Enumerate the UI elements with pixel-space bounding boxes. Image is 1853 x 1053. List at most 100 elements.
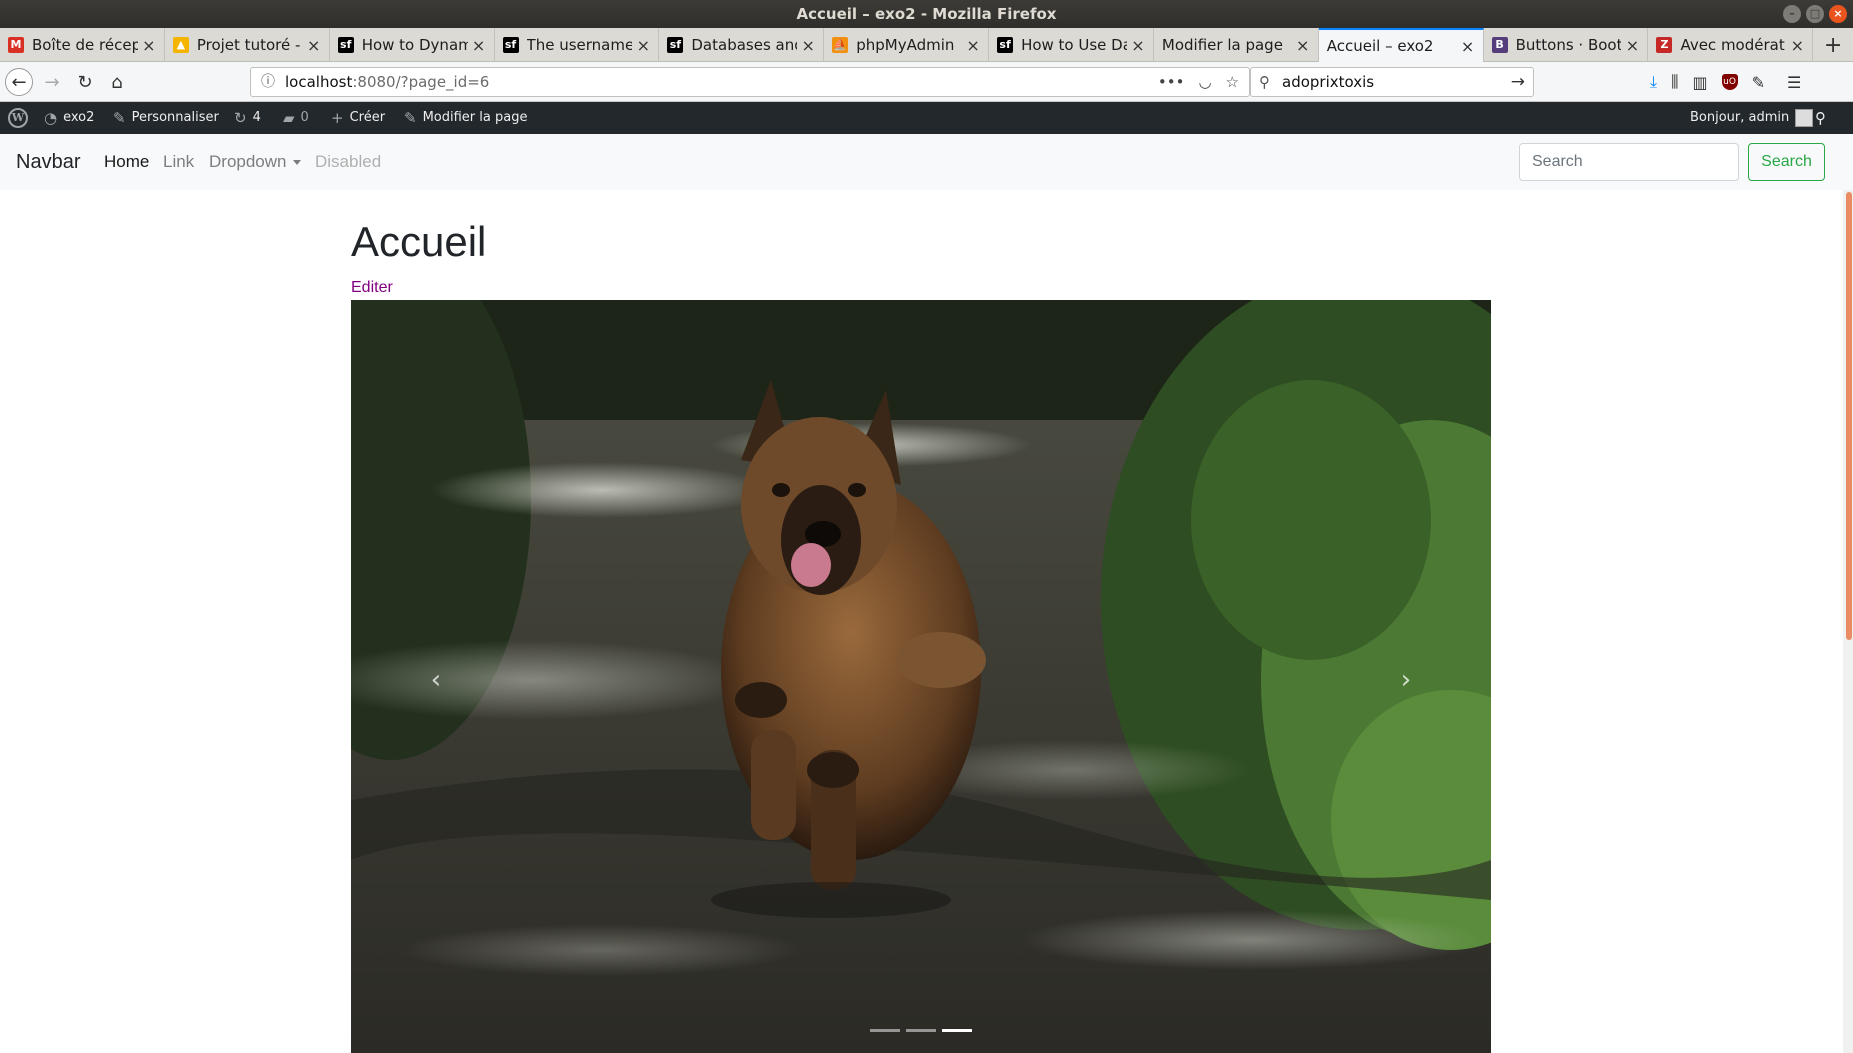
site-info-icon[interactable]: ⓘ — [261, 68, 275, 96]
maximize-icon[interactable]: □ — [1806, 5, 1824, 23]
comments-link[interactable]: ▰ 0 — [283, 102, 309, 134]
close-tab-icon[interactable]: × — [1296, 36, 1310, 55]
url-path: :8080/?page_id=6 — [352, 73, 490, 91]
eyedropper-icon[interactable]: ✎ — [1752, 73, 1765, 92]
edit-page-label: Modifier la page — [422, 110, 528, 125]
avatar — [1795, 109, 1814, 127]
google-drive-icon: ▲ — [172, 37, 189, 53]
back-arrow-icon[interactable]: ← — [5, 68, 33, 96]
image-carousel[interactable]: ‹ › — [351, 300, 1491, 1053]
close-tab-icon[interactable]: × — [472, 36, 486, 55]
symfony-icon: sf — [502, 37, 519, 53]
home-icon[interactable]: ⌂ — [103, 68, 131, 96]
search-bar[interactable]: ⚲ adoprixtoxis → — [1250, 67, 1534, 97]
close-tab-icon[interactable]: × — [1461, 37, 1475, 56]
close-tab-icon[interactable]: × — [1625, 36, 1639, 55]
page-title: Accueil — [351, 218, 487, 265]
browser-tab[interactable]: sf Databases and × — [659, 28, 825, 62]
bootstrap-icon: B — [1491, 37, 1508, 53]
browser-tab[interactable]: sf The username × — [495, 28, 660, 62]
forward-arrow-icon[interactable]: → — [38, 68, 66, 96]
scrollbar-thumb[interactable] — [1846, 192, 1852, 640]
browser-tab[interactable]: Modifier la page × — [1154, 28, 1319, 62]
new-content-menu[interactable]: + Créer — [331, 102, 385, 134]
close-tab-icon[interactable]: × — [801, 36, 815, 55]
nav-link[interactable]: Link — [163, 134, 194, 190]
carousel-indicator[interactable] — [870, 1029, 900, 1032]
updates-count: 4 — [252, 110, 261, 125]
library-icon[interactable]: ⫼ — [1671, 72, 1678, 92]
menu-icon[interactable]: ☰ — [1787, 73, 1801, 92]
phpmyadmin-icon: ⛵ — [832, 37, 849, 53]
adminbar-search[interactable]: ⚲ — [1815, 102, 1826, 134]
greeting-label: Bonjour, admin — [1690, 110, 1790, 125]
close-window-icon[interactable]: × — [1829, 5, 1847, 23]
nav-home[interactable]: Home — [104, 134, 149, 190]
site-name-menu[interactable]: ◔ exo2 — [44, 102, 94, 134]
updates-link[interactable]: ↻ 4 — [234, 102, 261, 134]
new-tab-icon[interactable]: + — [1813, 28, 1853, 62]
ublock-icon[interactable]: uO — [1721, 74, 1738, 90]
tab-label: Accueil – exo2 — [1326, 37, 1434, 55]
browser-tab[interactable]: ▲ Projet tutoré - × — [165, 28, 330, 62]
tab-label: The username — [526, 36, 633, 54]
bookmark-star-icon[interactable]: ☆ — [1226, 68, 1239, 96]
site-name: exo2 — [63, 110, 95, 125]
tab-label: How to Dynami — [361, 36, 468, 54]
new-content-label: Créer — [349, 110, 386, 125]
pocket-icon[interactable]: ◡ — [1198, 68, 1211, 96]
wordpress-logo[interactable]: W — [8, 102, 28, 134]
sidebar-icon[interactable]: ▥ — [1692, 73, 1707, 92]
close-tab-icon[interactable]: × — [307, 36, 321, 55]
browser-tab[interactable]: sf How to Use Dat × — [989, 28, 1154, 62]
site-navbar: Navbar Home Link Dropdown Disabled Searc… — [0, 134, 1853, 190]
customize-link[interactable]: ✎ Personnaliser — [113, 102, 219, 134]
carousel-next-icon[interactable]: › — [1386, 660, 1426, 700]
carousel-prev-icon[interactable]: ‹ — [416, 660, 456, 700]
browser-tab[interactable]: Z Avec modératio× — [1648, 28, 1814, 62]
minimize-icon[interactable]: – — [1783, 5, 1801, 23]
symfony-icon: sf — [667, 37, 684, 53]
gmail-icon: M — [8, 37, 24, 53]
edit-link[interactable]: Editer — [351, 279, 393, 297]
edit-page-link[interactable]: ✎ Modifier la page — [404, 102, 527, 134]
tab-label: phpMyAdmin — [856, 36, 955, 54]
search-go-arrow-icon[interactable]: → — [1511, 68, 1525, 96]
carousel-indicator[interactable] — [942, 1029, 972, 1032]
more-actions-icon[interactable]: ••• — [1158, 68, 1185, 96]
dropdown-label: Dropdown — [209, 152, 287, 171]
navbar-search-button[interactable]: Search — [1748, 143, 1825, 181]
comment-icon: ▰ — [283, 109, 295, 127]
nav-dropdown[interactable]: Dropdown — [209, 134, 301, 190]
carousel-slide-image — [351, 300, 1491, 1053]
browser-tab[interactable]: B Buttons · Boots × — [1484, 28, 1649, 62]
browser-tab[interactable]: sf How to Dynami × — [330, 28, 495, 62]
close-tab-icon[interactable]: × — [1131, 36, 1145, 55]
carousel-indicator[interactable] — [906, 1029, 936, 1032]
close-tab-icon[interactable]: × — [636, 36, 650, 55]
close-tab-icon[interactable]: × — [966, 36, 980, 55]
search-icon: ⚲ — [1259, 73, 1270, 91]
carousel-indicators — [351, 1029, 1491, 1032]
window-controls: – □ × — [1783, 5, 1847, 23]
navbar-brand[interactable]: Navbar — [16, 134, 80, 190]
url-bar[interactable]: ⓘ localhost:8080/?page_id=6 ••• ◡ ☆ — [250, 67, 1250, 97]
tab-label: Projet tutoré - — [196, 36, 301, 54]
browser-tab[interactable]: M Boîte de récept × — [0, 28, 165, 62]
close-tab-icon[interactable]: × — [142, 36, 156, 55]
caret-down-icon — [292, 160, 301, 166]
reload-icon[interactable]: ↻ — [71, 68, 99, 96]
my-account-menu[interactable]: Bonjour, admin — [1690, 102, 1814, 134]
pencil-icon: ✎ — [404, 109, 417, 127]
comments-count: 0 — [300, 110, 309, 125]
toolbar-icons: ⤓ ⫼ ▥ uO ✎ ☰ — [1650, 62, 1801, 102]
plus-icon: + — [331, 109, 344, 127]
updates-icon: ↻ — [234, 109, 247, 127]
symfony-icon: sf — [997, 37, 1014, 53]
close-tab-icon[interactable]: × — [1790, 36, 1804, 55]
browser-tab[interactable]: Accueil – exo2 × — [1318, 28, 1484, 62]
navbar-search-input[interactable] — [1519, 143, 1739, 181]
downloads-icon[interactable]: ⤓ — [1650, 72, 1657, 92]
browser-tab[interactable]: ⛵ phpMyAdmin × — [824, 28, 990, 62]
tab-strip: M Boîte de récept × ▲ Projet tutoré - × sf How… — [0, 28, 1853, 62]
